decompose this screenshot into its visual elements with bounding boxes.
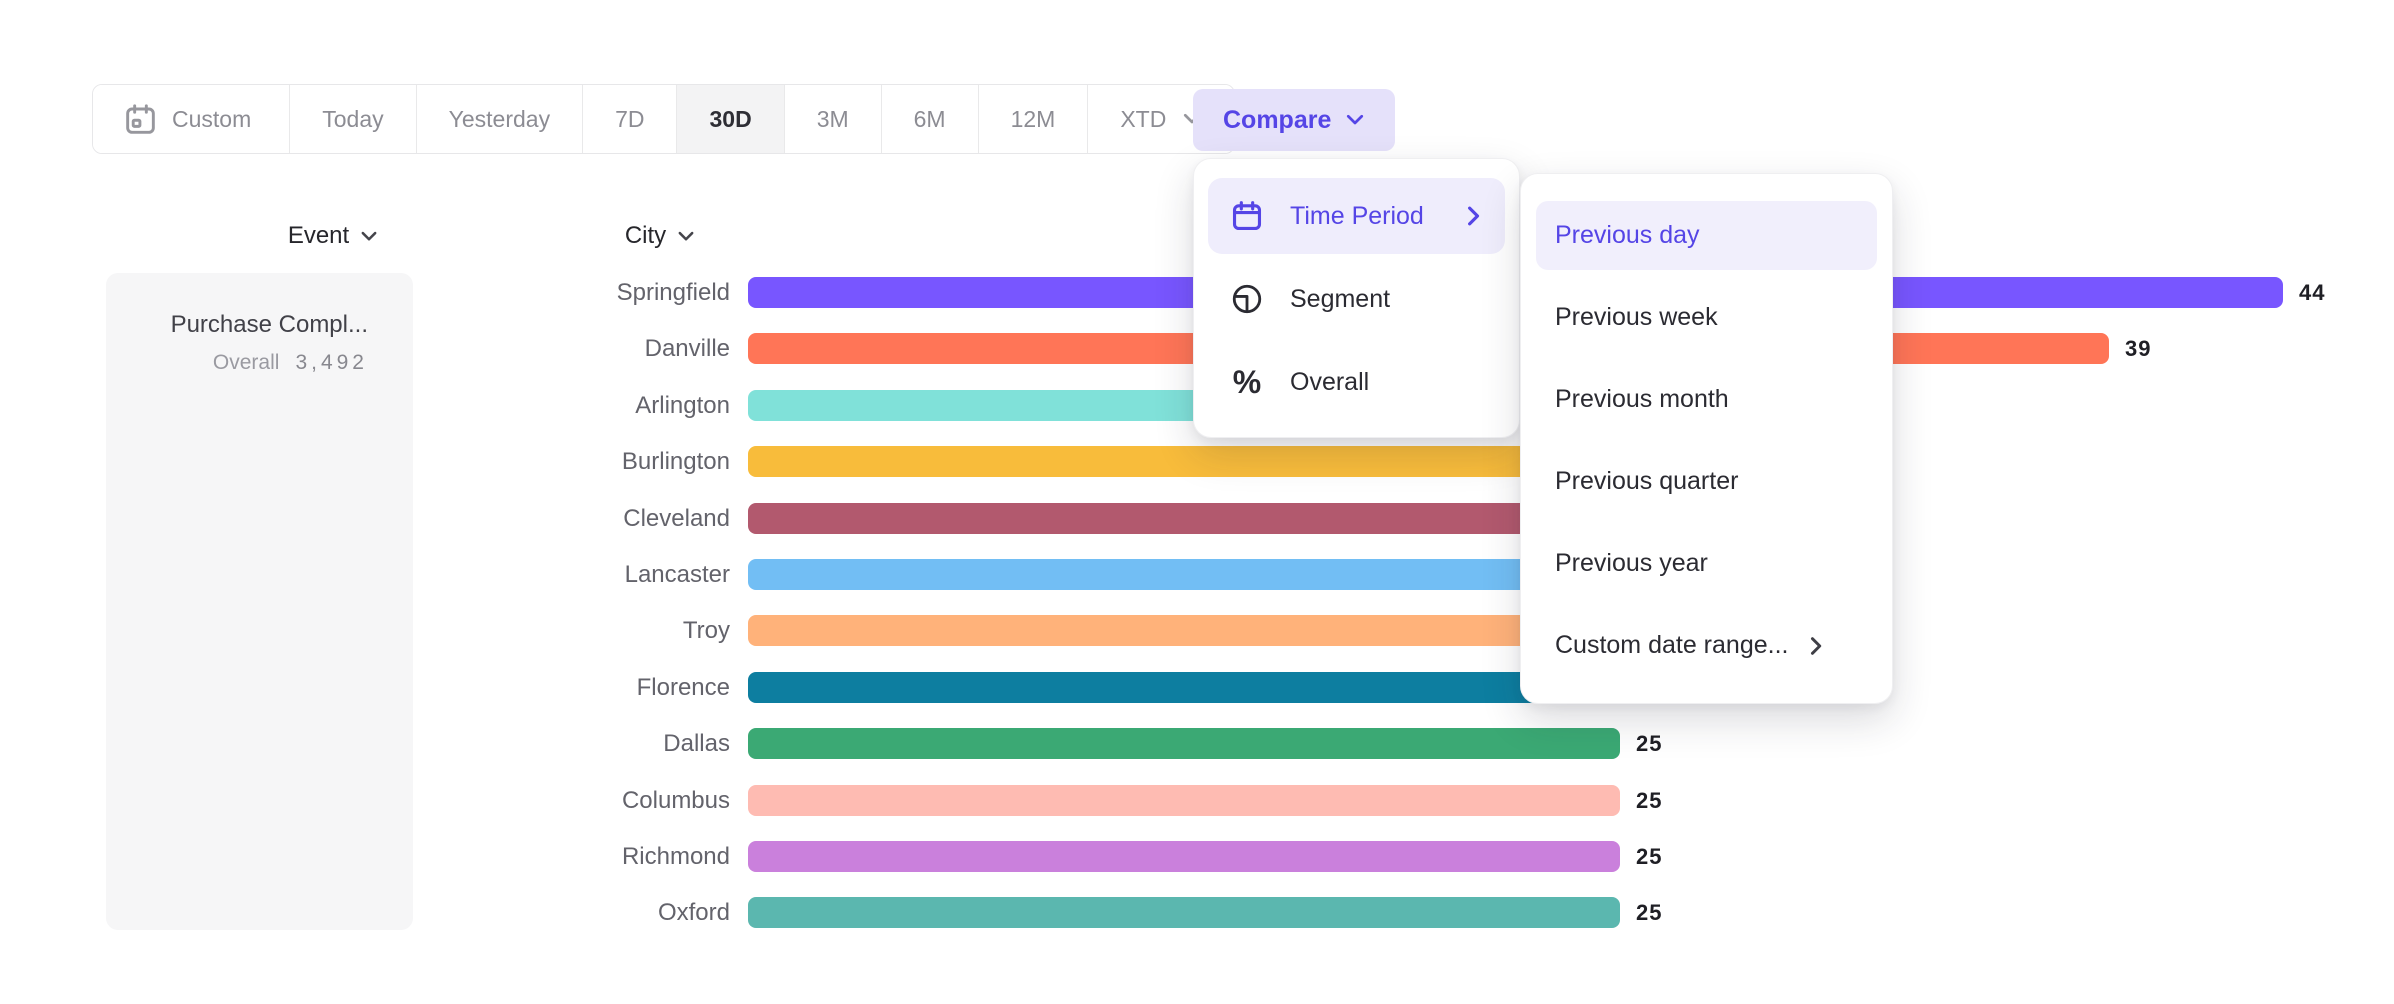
- menu-item-label: Time Period: [1290, 202, 1424, 231]
- bar-value: 25: [1636, 785, 1662, 816]
- city-label: Columbus: [430, 785, 730, 816]
- compare-menu: Time Period Segment % Overall: [1193, 158, 1520, 438]
- calendar-icon: [1230, 199, 1264, 233]
- chart-row: Richmond 25: [0, 841, 2394, 872]
- submenu-item-previous-quarter[interactable]: Previous quarter: [1536, 447, 1877, 516]
- chart-row: Florence: [0, 672, 2394, 703]
- city-label: Richmond: [430, 841, 730, 872]
- bar-value: 25: [1636, 841, 1662, 872]
- city-label: Cleveland: [430, 503, 730, 534]
- city-label: Florence: [430, 672, 730, 703]
- chart-row: Burlington: [0, 446, 2394, 477]
- chart-row: Lancaster: [0, 559, 2394, 590]
- submenu-item-label: Previous day: [1555, 221, 1700, 250]
- city-label: Burlington: [430, 446, 730, 477]
- bar[interactable]: [748, 841, 1620, 872]
- menu-item-label: Overall: [1290, 368, 1369, 397]
- bar-value: 39: [2125, 333, 2151, 364]
- submenu-item-previous-year[interactable]: Previous year: [1536, 529, 1877, 598]
- submenu-item-label: Previous year: [1555, 549, 1708, 578]
- submenu-item-label: Previous quarter: [1555, 467, 1738, 496]
- city-label: Lancaster: [430, 559, 730, 590]
- chart-row: Dallas 25: [0, 728, 2394, 759]
- menu-item-overall[interactable]: % Overall: [1208, 344, 1505, 420]
- city-label: Troy: [430, 615, 730, 646]
- menu-item-time-period[interactable]: Time Period: [1208, 178, 1505, 254]
- menu-item-segment[interactable]: Segment: [1208, 261, 1505, 337]
- chart-row: Cleveland: [0, 503, 2394, 534]
- bar[interactable]: [748, 897, 1620, 928]
- city-label: Arlington: [430, 390, 730, 421]
- chevron-right-icon: [1467, 205, 1481, 227]
- submenu-item-previous-week[interactable]: Previous week: [1536, 283, 1877, 352]
- percent-icon: %: [1230, 365, 1264, 399]
- submenu-item-label: Custom date range...: [1555, 631, 1788, 660]
- bar-value: 44: [2299, 277, 2325, 308]
- chevron-right-icon: [1810, 636, 1823, 656]
- city-label: Dallas: [430, 728, 730, 759]
- bar-value: 25: [1636, 728, 1662, 759]
- bar[interactable]: [748, 728, 1620, 759]
- submenu-item-previous-month[interactable]: Previous month: [1536, 365, 1877, 434]
- time-period-submenu: Previous day Previous week Previous mont…: [1520, 173, 1893, 704]
- bar[interactable]: [748, 785, 1620, 816]
- submenu-item-previous-day[interactable]: Previous day: [1536, 201, 1877, 270]
- chart-row: Oxford 25: [0, 897, 2394, 928]
- submenu-item-custom-date-range[interactable]: Custom date range...: [1536, 611, 1877, 680]
- segment-icon: [1230, 282, 1264, 316]
- submenu-item-label: Previous week: [1555, 303, 1718, 332]
- bar-chart: Springfield 44 Danville 39 Arlington Bur…: [0, 0, 2394, 1004]
- menu-item-label: Segment: [1290, 285, 1390, 314]
- chart-row: Columbus 25: [0, 785, 2394, 816]
- submenu-item-label: Previous month: [1555, 385, 1729, 414]
- city-label: Oxford: [430, 897, 730, 928]
- city-label: Danville: [430, 333, 730, 364]
- city-label: Springfield: [430, 277, 730, 308]
- chart-row: Troy: [0, 615, 2394, 646]
- bar-value: 25: [1636, 897, 1662, 928]
